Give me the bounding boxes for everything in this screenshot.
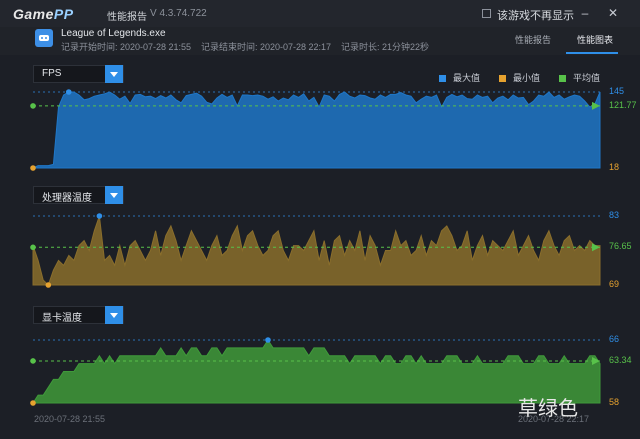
cpu-max-label: 83 xyxy=(609,210,620,220)
cpu-area-series xyxy=(32,215,601,286)
fps-area-series xyxy=(32,91,601,169)
fps-max-label: 145 xyxy=(609,86,625,96)
cpu-max-dot xyxy=(96,213,103,219)
fps-avg-label: 121.77 xyxy=(609,99,637,110)
x-axis-start-label: 2020-07-28 21:55 xyxy=(34,414,106,424)
gpu-max-label: 66 xyxy=(609,334,620,344)
fps-min-dot xyxy=(30,165,36,171)
fps-min-label: 18 xyxy=(609,162,620,172)
gpu-avg-dot xyxy=(30,358,36,364)
cpu-avg-label: 76.65 xyxy=(609,241,632,252)
gpu-area-series xyxy=(32,339,601,404)
gpu-min-label: 58 xyxy=(609,397,620,407)
watermark-text: 草绿色 xyxy=(518,396,578,420)
gpu-min-dot xyxy=(30,400,36,406)
gpu-avg-label: 63.34 xyxy=(609,354,632,365)
fps-max-dot xyxy=(65,89,72,95)
performance-charts xyxy=(30,89,601,406)
fps-avg-dot xyxy=(30,103,36,109)
cpu-min-dot xyxy=(45,282,52,288)
gpu-max-dot xyxy=(265,337,271,343)
cpu-min-label: 69 xyxy=(609,279,620,289)
cpu-avg-dot xyxy=(30,244,36,251)
